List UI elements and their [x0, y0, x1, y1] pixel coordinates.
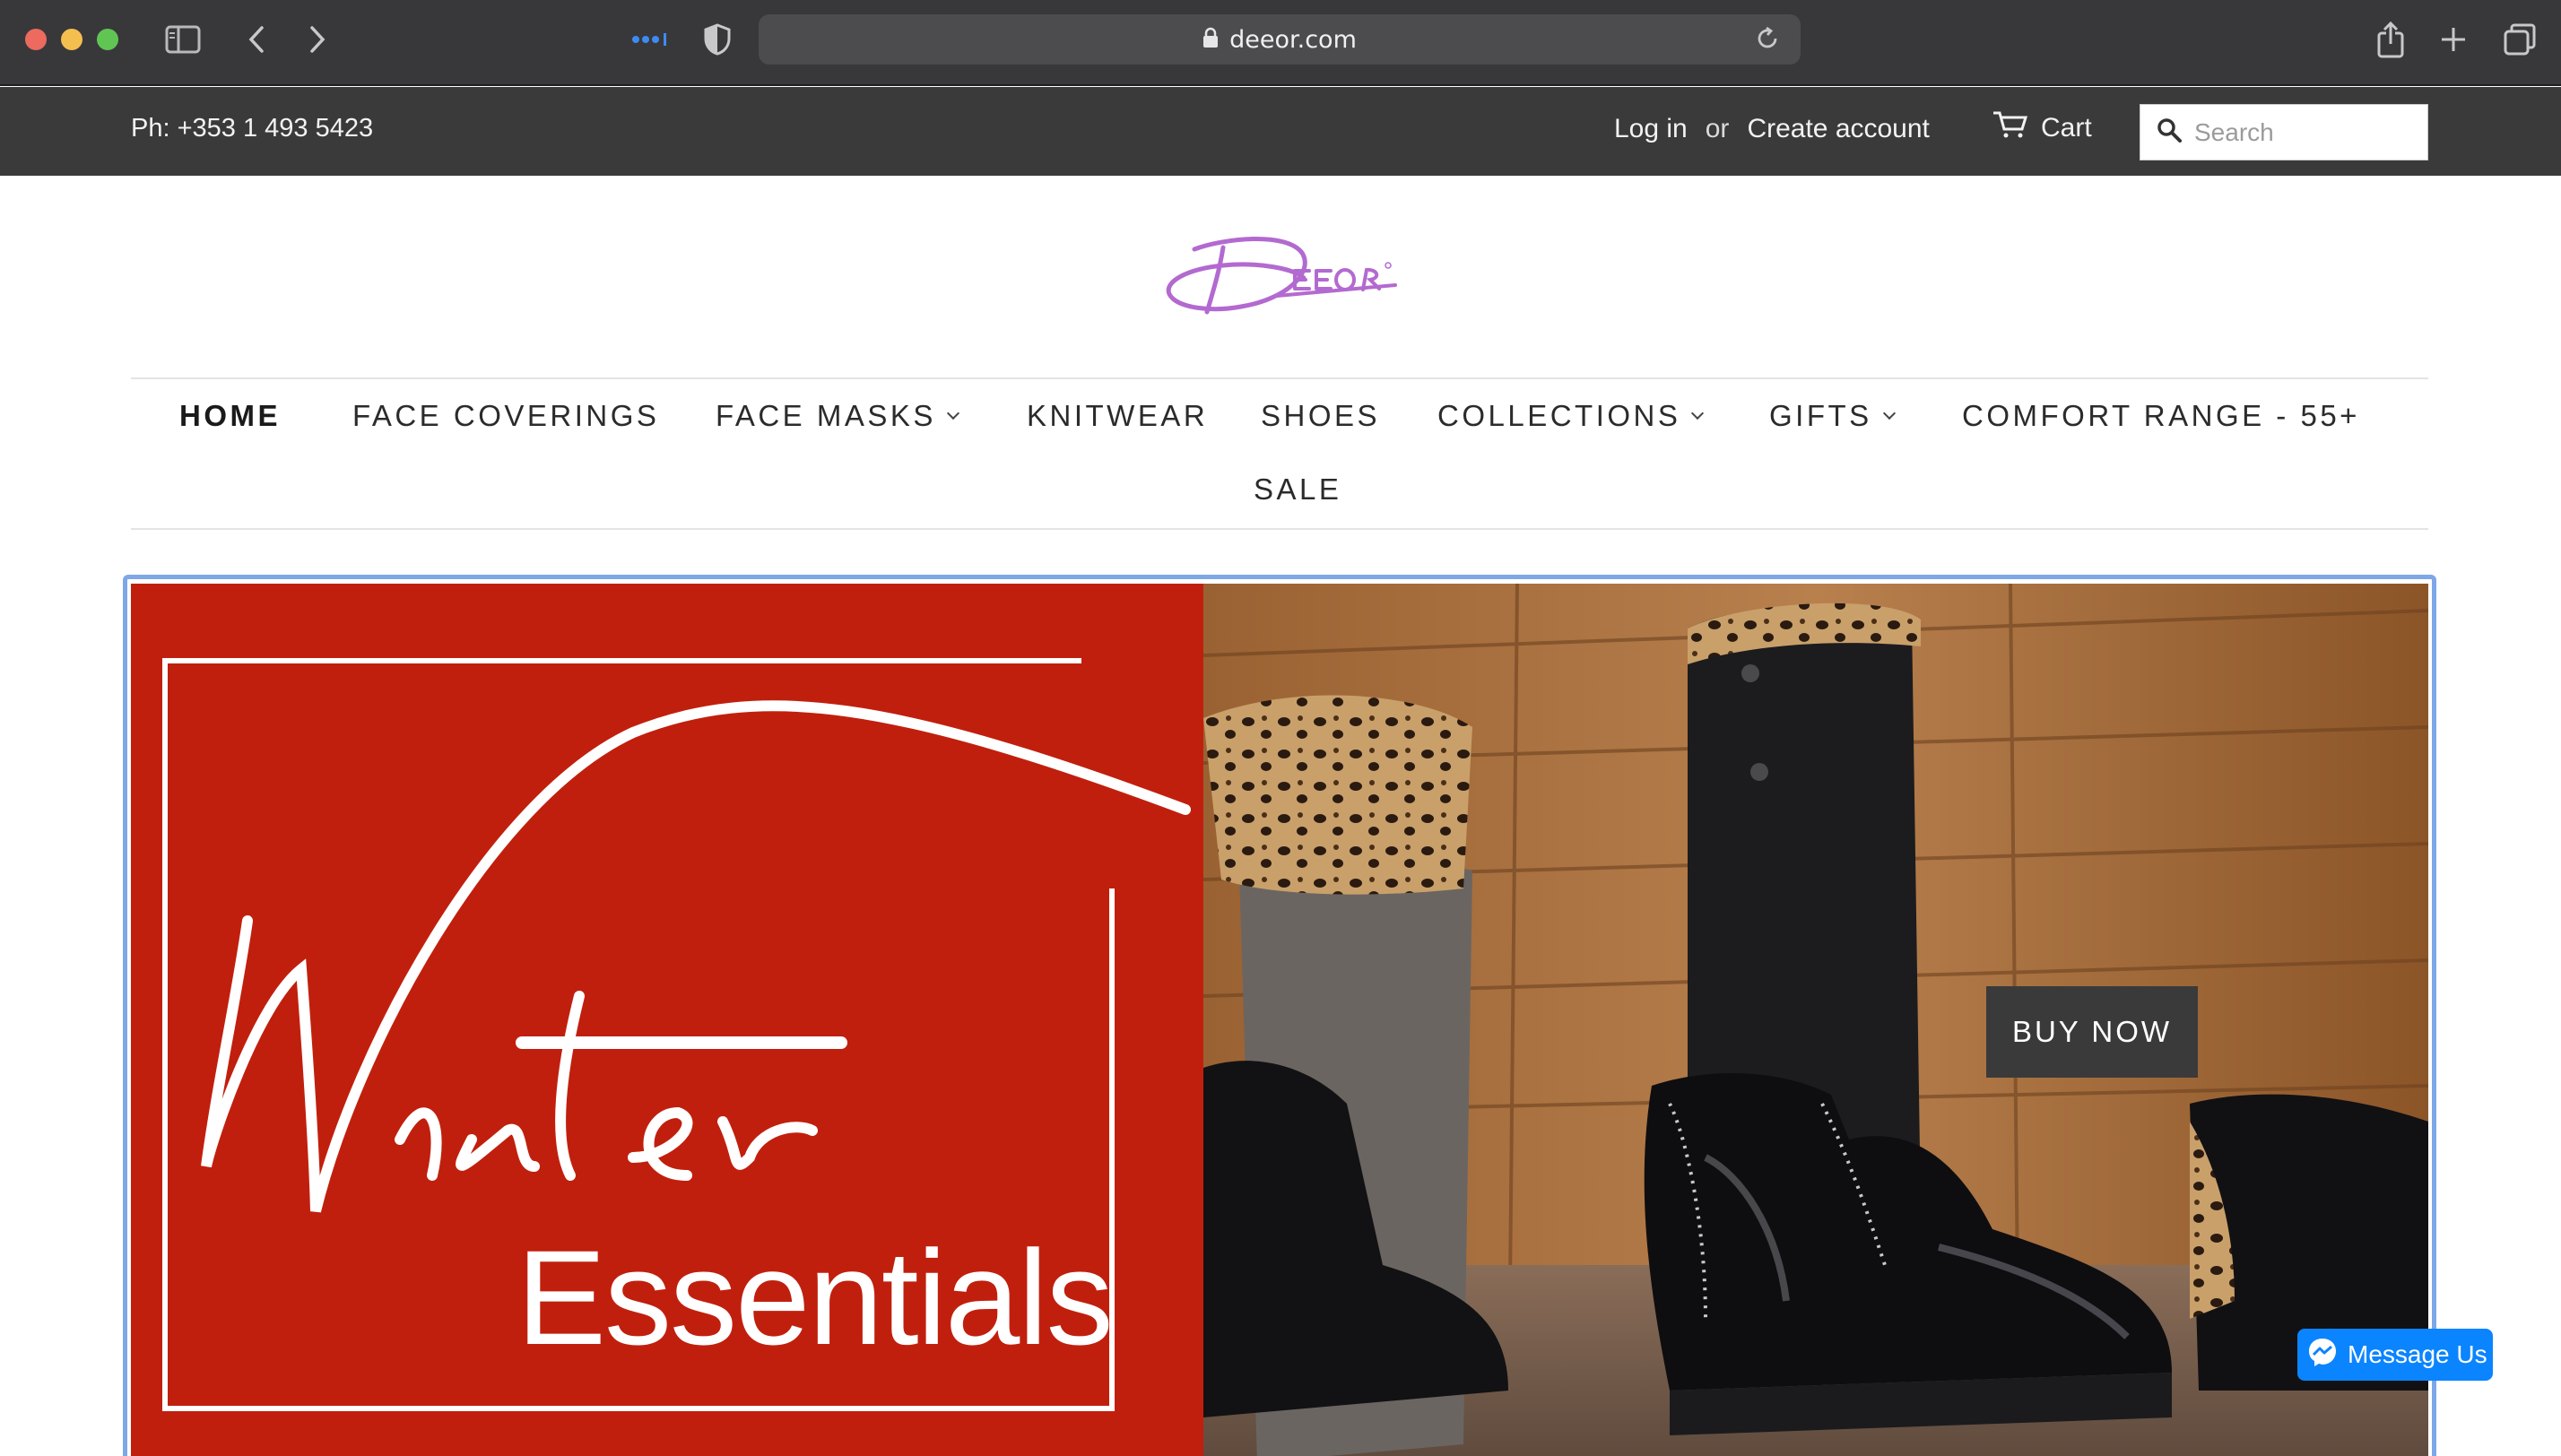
nav-sale-label: SALE [1254, 472, 1342, 506]
extensions-icon[interactable] [629, 18, 671, 61]
back-icon[interactable] [239, 18, 274, 61]
tabs-overview-icon[interactable] [2500, 18, 2539, 61]
boots-photo [1203, 584, 2428, 1456]
account-links: Log in or Create account [1614, 114, 1930, 144]
nav-home[interactable]: HOME [179, 399, 281, 433]
search-box[interactable] [2140, 104, 2428, 160]
maximize-window-button[interactable] [97, 29, 118, 50]
main-nav: HOME FACE COVERINGS FACE MASKS KNITWEAR … [131, 377, 2428, 530]
nav-face-masks[interactable]: FACE MASKS [716, 399, 959, 433]
create-account-link[interactable]: Create account [1747, 114, 1929, 144]
cart-link[interactable]: Cart [1992, 110, 2092, 146]
site-logo[interactable] [1160, 226, 1401, 326]
search-input[interactable] [2194, 117, 2409, 147]
chevron-down-icon [1882, 406, 1896, 420]
messenger-label: Message Us [2348, 1340, 2487, 1368]
nav-knitwear[interactable]: KNITWEAR [1027, 399, 1208, 433]
sidebar-icon[interactable] [161, 18, 204, 61]
nav-collections-label: COLLECTIONS [1437, 399, 1681, 432]
nav-collections[interactable]: COLLECTIONS [1437, 399, 1705, 433]
new-tab-icon[interactable] [2435, 18, 2471, 61]
nav-gifts[interactable]: GIFTS [1769, 399, 1896, 433]
close-window-button[interactable] [25, 29, 47, 50]
messenger-icon [2306, 1336, 2339, 1374]
shield-icon[interactable] [699, 18, 735, 61]
cart-label: Cart [2041, 113, 2092, 143]
hero-essentials-text: Essentials [517, 1222, 1114, 1373]
url-text: deeor.com [1229, 25, 1357, 54]
nav-face-masks-label: FACE MASKS [716, 399, 936, 432]
browser-toolbar: deeor.com [0, 0, 2561, 86]
or-separator: or [1705, 114, 1730, 143]
chevron-down-icon [946, 406, 959, 420]
nav-sale[interactable]: SALE [1254, 472, 1341, 507]
messenger-chat-button[interactable]: Message Us [2297, 1329, 2493, 1381]
phone-number: Ph: +353 1 493 5423 [131, 114, 374, 143]
nav-home-label: HOME [179, 399, 281, 432]
reload-icon[interactable] [1754, 25, 1781, 56]
chevron-down-icon [1691, 406, 1705, 420]
forward-icon[interactable] [300, 18, 335, 61]
share-icon[interactable] [2371, 18, 2410, 61]
nav-face-coverings-label: FACE COVERINGS [352, 399, 660, 432]
nav-shoes[interactable]: SHOES [1261, 399, 1380, 433]
nav-comfort-range[interactable]: COMFORT RANGE - 55+ [1962, 399, 2360, 433]
address-bar[interactable]: deeor.com [759, 14, 1801, 65]
nav-comfort-range-label: COMFORT RANGE - 55+ [1962, 399, 2360, 432]
lock-icon [1202, 27, 1219, 53]
buy-now-button[interactable]: BUY NOW [1986, 986, 2198, 1078]
login-link[interactable]: Log in [1614, 114, 1688, 144]
nav-shoes-label: SHOES [1261, 399, 1381, 432]
nav-gifts-label: GIFTS [1769, 399, 1872, 432]
cart-icon [1992, 110, 2028, 146]
nav-face-coverings[interactable]: FACE COVERINGS [352, 399, 659, 433]
winter-essentials-banner: Essentials [131, 584, 1203, 1456]
nav-knitwear-label: KNITWEAR [1027, 399, 1209, 432]
search-icon [2157, 117, 2182, 147]
minimize-window-button[interactable] [61, 29, 82, 50]
